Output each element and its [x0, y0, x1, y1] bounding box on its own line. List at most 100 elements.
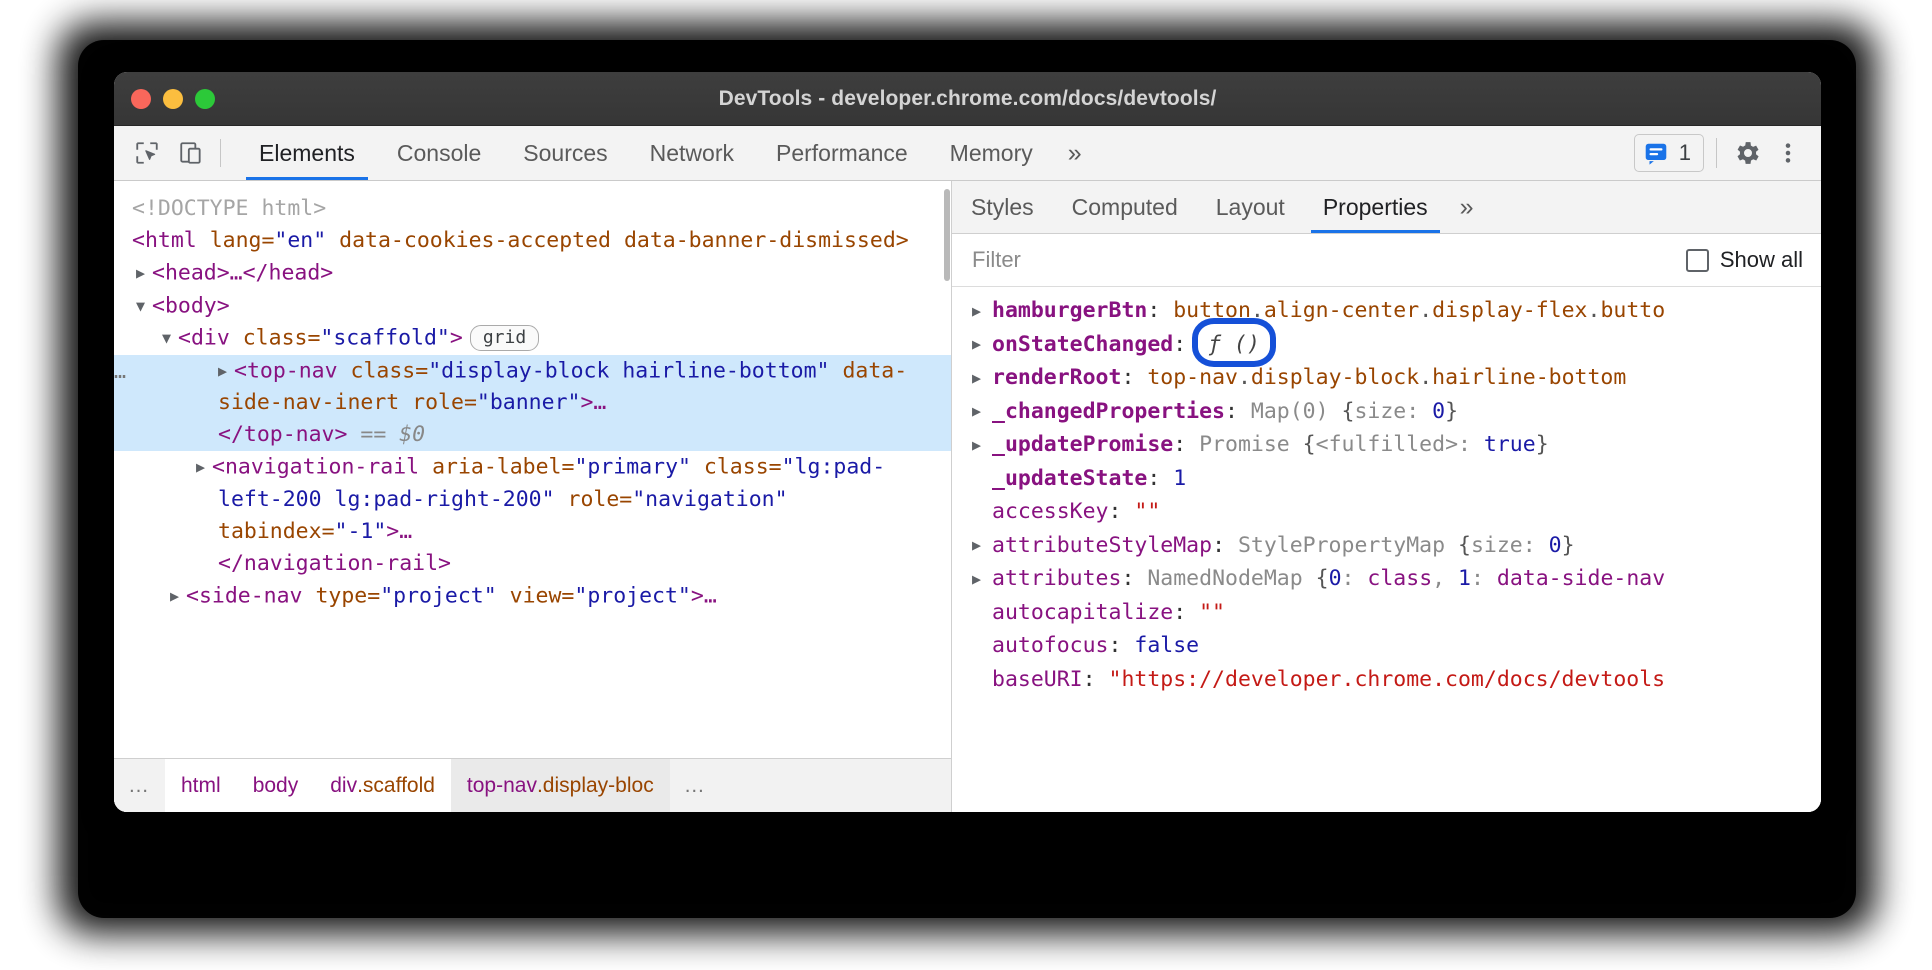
chevron-right-icon[interactable]: ▶ — [972, 563, 992, 596]
tab-network[interactable]: Network — [629, 126, 755, 180]
property-row[interactable]: ▶attributeStyleMap: StylePropertyMap {si… — [952, 529, 1821, 563]
chevron-right-icon[interactable]: ▶ — [972, 328, 992, 361]
div-attr-class: class — [243, 326, 308, 351]
page-backdrop: DevTools - developer.chrome.com/docs/dev… — [0, 0, 1932, 970]
properties-list[interactable]: ▶hamburgerBtn: button.align-center.displ… — [952, 287, 1821, 812]
tab-properties[interactable]: Properties — [1304, 181, 1447, 233]
property-colon: : — [1083, 667, 1109, 692]
tree-node-navigation-rail-close[interactable]: </navigation-rail> — [114, 548, 951, 580]
property-value-part: } — [1536, 432, 1549, 457]
chevron-right-icon[interactable]: ▶ — [972, 429, 992, 462]
tree-node-head[interactable]: ▶<head>…</head> — [114, 257, 951, 290]
tab-console[interactable]: Console — [376, 126, 502, 180]
html-val-lang: "en" — [274, 228, 326, 253]
breadcrumb-item-top-nav[interactable]: top-nav.display-bloc — [451, 759, 670, 812]
breadcrumb-item-html[interactable]: html — [165, 759, 237, 812]
property-row[interactable]: ▶onStateChanged: ƒ () — [952, 328, 1821, 362]
property-value-part: top-nav — [1147, 365, 1238, 390]
node-overflow-ellipsis[interactable]: … — [114, 355, 128, 387]
properties-filter-row: Show all — [952, 234, 1821, 287]
tab-memory[interactable]: Memory — [929, 126, 1054, 180]
sidebar-tabs: Styles Computed Layout Properties » — [952, 181, 1821, 234]
topnav-val-class-b: tom" — [778, 358, 830, 383]
issues-button[interactable]: 1 — [1634, 134, 1704, 172]
property-row[interactable]: _updateState: 1 — [952, 462, 1821, 496]
chevron-right-icon[interactable]: ▶ — [170, 580, 186, 612]
chevron-right-icon[interactable]: ▶ — [972, 395, 992, 428]
grid-badge[interactable]: grid — [470, 325, 539, 351]
property-name: _updateState — [992, 466, 1147, 491]
tree-node-top-nav-close[interactable]: </top-nav> == $0 — [114, 419, 951, 451]
rail-gt: >… — [386, 519, 412, 544]
property-colon: : — [1173, 332, 1199, 357]
breadcrumb-class: .display-bloc — [537, 774, 654, 798]
inspect-element-icon[interactable] — [128, 134, 166, 172]
chevron-right-icon[interactable]: ▶ — [196, 451, 212, 483]
property-row[interactable]: ▶_changedProperties: Map(0) {size: 0} — [952, 395, 1821, 429]
tab-sources[interactable]: Sources — [502, 126, 628, 180]
filter-input[interactable] — [972, 247, 1686, 273]
more-tabs-chevron-icon[interactable]: » — [1054, 126, 1096, 180]
annotation-highlight-ring: ƒ () — [1199, 328, 1269, 361]
tab-computed[interactable]: Computed — [1053, 181, 1197, 233]
chevron-right-icon[interactable]: ▶ — [972, 529, 992, 562]
close-window-button[interactable] — [131, 89, 151, 109]
property-row[interactable]: autocapitalize: "" — [952, 596, 1821, 630]
property-value-part: Promise — [1199, 432, 1303, 457]
tree-node-body[interactable]: ▼<body> — [114, 290, 951, 323]
tab-performance[interactable]: Performance — [755, 126, 929, 180]
tree-node-side-nav[interactable]: ▶<side-nav type="project" view="project"… — [114, 580, 951, 613]
property-row[interactable]: accessKey: "" — [952, 495, 1821, 529]
kebab-menu-icon[interactable] — [1769, 134, 1807, 172]
property-row[interactable]: baseURI: "https://developer.chrome.com/d… — [952, 663, 1821, 697]
device-toolbar-icon[interactable] — [172, 134, 210, 172]
property-row[interactable]: ▶_updatePromise: Promise {<fulfilled>: t… — [952, 428, 1821, 462]
show-all-toggle[interactable]: Show all — [1686, 247, 1803, 273]
tab-elements[interactable]: Elements — [238, 126, 376, 180]
breadcrumb-tag: top-nav — [467, 774, 537, 798]
breadcrumb-tag: div — [330, 774, 357, 798]
dom-tree-scrollbar[interactable] — [944, 189, 950, 281]
rail-attr-aria: aria-label — [432, 455, 561, 480]
more-sidebar-tabs-chevron-icon[interactable]: » — [1447, 181, 1487, 233]
tree-node-doctype[interactable]: <!DOCTYPE html> — [114, 193, 951, 225]
property-row[interactable]: ▶renderRoot: top-nav.display-block.hairl… — [952, 361, 1821, 395]
chevron-right-icon[interactable]: ▶ — [218, 355, 234, 387]
chevron-right-icon[interactable]: ▶ — [136, 257, 152, 289]
breadcrumb-item-div-scaffold[interactable]: div.scaffold — [314, 759, 451, 812]
chevron-right-icon[interactable]: ▶ — [972, 362, 992, 395]
breadcrumb-overflow-left[interactable]: … — [114, 759, 165, 812]
property-value-part: , — [1432, 566, 1458, 591]
minimize-window-button[interactable] — [163, 89, 183, 109]
property-value-part: data-side-nav — [1497, 566, 1665, 591]
toolbar-divider — [220, 139, 221, 167]
tab-layout[interactable]: Layout — [1197, 181, 1304, 233]
devtools-panel-tabs: Elements Console Sources Network Perform… — [238, 126, 1634, 180]
toolbar-left-icons — [114, 126, 238, 180]
property-name: baseURI — [992, 667, 1083, 692]
property-value-part: hairline-bottom — [1432, 365, 1626, 390]
tree-node-div-scaffold[interactable]: ▼<div class="scaffold">grid — [114, 322, 951, 355]
breadcrumb-overflow-right[interactable]: … — [670, 759, 721, 812]
maximize-window-button[interactable] — [195, 89, 215, 109]
tab-styles[interactable]: Styles — [952, 181, 1053, 233]
tree-node-top-nav-selected[interactable]: …▶<top-nav class="display-block hairline… — [114, 355, 951, 420]
property-row[interactable]: ▶attributes: NamedNodeMap {0: class, 1: … — [952, 562, 1821, 596]
chevron-right-icon[interactable]: ▶ — [972, 295, 992, 328]
property-value-part: { — [1342, 399, 1355, 424]
dom-tree[interactable]: <!DOCTYPE html> <html lang="en" data-coo… — [114, 181, 951, 758]
show-all-checkbox[interactable] — [1686, 249, 1709, 272]
chevron-down-icon[interactable]: ▼ — [162, 322, 178, 354]
body-line: <body> — [152, 293, 230, 318]
gear-icon[interactable] — [1729, 134, 1767, 172]
issues-count: 1 — [1679, 140, 1691, 166]
breadcrumb-item-body[interactable]: body — [237, 759, 315, 812]
elements-panel: <!DOCTYPE html> <html lang="en" data-coo… — [114, 181, 952, 812]
chevron-down-icon[interactable]: ▼ — [136, 290, 152, 322]
sidenav-val-type: "project" — [380, 583, 497, 608]
topnav-attr-role: role — [412, 390, 464, 415]
tree-node-html[interactable]: <html lang="en" data-cookies-accepted da… — [114, 225, 951, 257]
tree-node-navigation-rail[interactable]: ▶<navigation-rail aria-label="primary" c… — [114, 451, 951, 548]
property-row[interactable]: ▶hamburgerBtn: button.align-center.displ… — [952, 294, 1821, 328]
property-row[interactable]: autofocus: false — [952, 629, 1821, 663]
